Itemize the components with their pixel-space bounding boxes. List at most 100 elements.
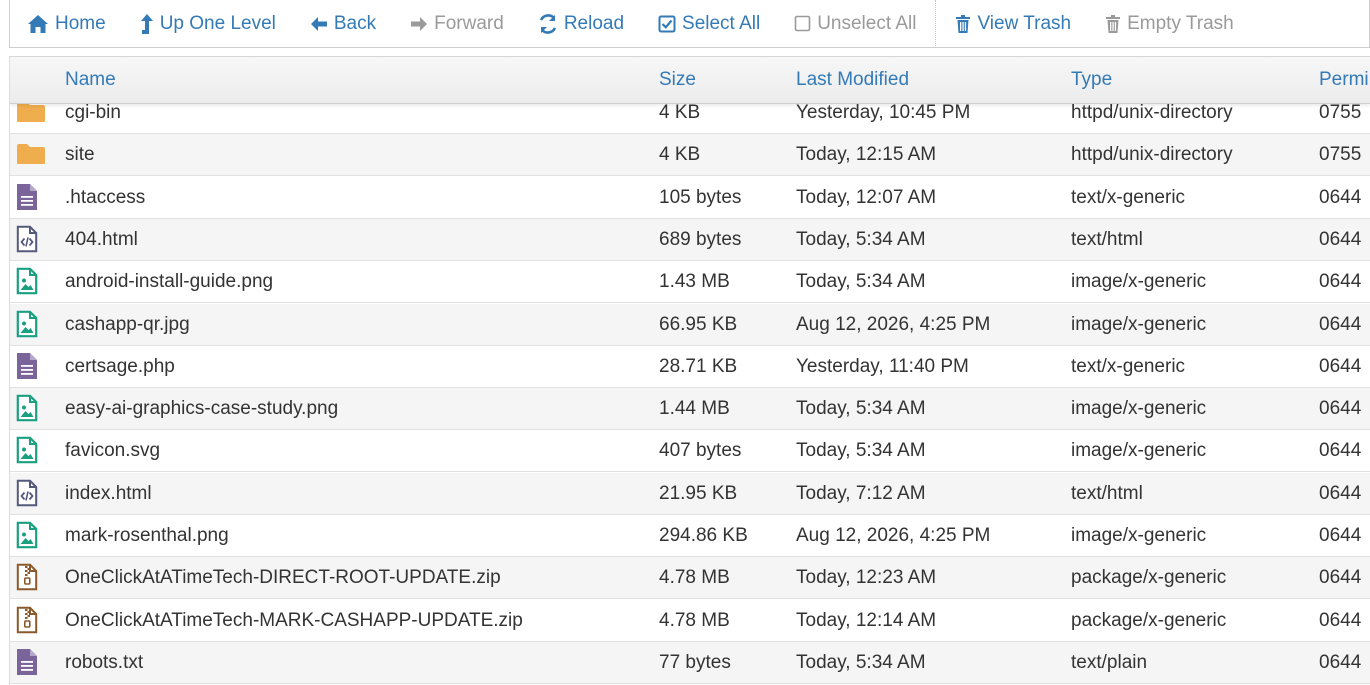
- file-type: image/x-generic: [1071, 271, 1207, 293]
- image-file-icon: [16, 267, 38, 301]
- forward-label: Forward: [434, 12, 504, 34]
- select-all-button[interactable]: Select All: [641, 0, 777, 48]
- file-row[interactable]: robots.txt 77 bytes Today, 5:34 AM text/pla…: [10, 641, 1370, 684]
- file-last-modified: Yesterday, 11:40 PM: [796, 355, 969, 377]
- file-name: OneClickAtATimeTech-MARK-CASHAPP-UPDATE.…: [65, 609, 523, 631]
- arrow-left-icon: [310, 16, 328, 32]
- file-type: image/x-generic: [1071, 313, 1207, 335]
- file-size: 407 bytes: [659, 440, 742, 462]
- file-last-modified: Today, 12:15 AM: [796, 144, 937, 166]
- file-last-modified: Aug 12, 2026, 4:25 PM: [796, 313, 991, 335]
- file-permissions: 0644: [1319, 440, 1362, 462]
- arrow-right-icon: [410, 16, 428, 32]
- empty-trash-label: Empty Trash: [1127, 12, 1234, 34]
- file-type: text/html: [1071, 482, 1143, 504]
- file-permissions: 0644: [1319, 228, 1362, 250]
- file-size: 66.95 KB: [659, 313, 738, 335]
- file-last-modified: Today, 12:14 AM: [796, 609, 937, 631]
- file-name: cgi-bin: [65, 102, 121, 123]
- file-last-modified: Today, 5:34 AM: [796, 398, 926, 420]
- column-header-type[interactable]: Type: [1071, 69, 1112, 91]
- file-type: image/x-generic: [1071, 440, 1207, 462]
- file-permissions: 0644: [1319, 651, 1362, 673]
- forward-button[interactable]: Forward: [393, 0, 521, 48]
- html-file-icon: [16, 225, 38, 259]
- file-permissions: 0644: [1319, 482, 1362, 504]
- view-trash-label: View Trash: [977, 12, 1072, 34]
- home-icon: [27, 14, 49, 34]
- file-permissions: 0644: [1319, 609, 1362, 631]
- file-name: favicon.svg: [65, 440, 161, 462]
- file-row[interactable]: 404.html 689 bytes Today, 5:34 AM text/html…: [10, 218, 1370, 261]
- file-row[interactable]: index.html 21.95 KB Today, 7:12 AM text/htm…: [10, 472, 1370, 515]
- file-row[interactable]: mark-rosenthal.png 294.86 KB Aug 12, 2026,…: [10, 515, 1370, 557]
- column-header-name[interactable]: Name: [65, 69, 116, 91]
- file-size: 105 bytes: [659, 186, 742, 208]
- file-type: text/x-generic: [1071, 186, 1186, 208]
- file-row[interactable]: certsage.php 28.71 KB Yesterday, 11:40 PM t…: [10, 346, 1370, 388]
- file-permissions: 0644: [1319, 313, 1362, 335]
- file-name: android-install-guide.png: [65, 271, 274, 293]
- file-name: certsage.php: [65, 355, 175, 377]
- file-size: 21.95 KB: [659, 482, 738, 504]
- refresh-icon: [538, 13, 558, 34]
- file-row[interactable]: OneClickAtATimeTech-MARK-CASHAPP-UPDATE.…: [10, 600, 1370, 642]
- file-row[interactable]: site 4 KB Today, 12:15 AM httpd/unix-direct…: [10, 134, 1370, 177]
- reload-label: Reload: [563, 12, 625, 34]
- file-permissions: 0644: [1319, 186, 1362, 208]
- back-button[interactable]: Back: [293, 0, 393, 48]
- reload-button[interactable]: Reload: [521, 0, 641, 48]
- file-permissions: 0644: [1319, 398, 1362, 420]
- file-type: httpd/unix-directory: [1071, 144, 1233, 166]
- file-name: .htaccess: [65, 186, 146, 208]
- file-size: 294.86 KB: [659, 525, 748, 546]
- folder-icon: [16, 101, 46, 129]
- trash-icon: [1105, 14, 1121, 34]
- file-permissions: 0644: [1319, 567, 1362, 589]
- file-name: index.html: [65, 482, 152, 504]
- file-size: 1.44 MB: [659, 398, 730, 420]
- file-type: image/x-generic: [1071, 525, 1207, 546]
- column-header-size[interactable]: Size: [659, 69, 696, 91]
- file-last-modified: Today, 12:07 AM: [796, 186, 937, 208]
- file-permissions: 0755: [1319, 102, 1362, 123]
- file-name: mark-rosenthal.png: [65, 525, 229, 546]
- file-type: text/x-generic: [1071, 355, 1186, 377]
- file-name: 404.html: [65, 228, 138, 250]
- unselect-all-label: Unselect All: [817, 12, 917, 34]
- image-file-icon: [16, 310, 38, 344]
- file-row[interactable]: favicon.svg 407 bytes Today, 5:34 AM image/…: [10, 430, 1370, 473]
- column-header-permissions[interactable]: Permi: [1319, 69, 1369, 91]
- unselect-all-button[interactable]: Unselect All: [777, 0, 933, 48]
- file-size: 689 bytes: [659, 228, 742, 250]
- empty-trash-button[interactable]: Empty Trash: [1088, 0, 1251, 48]
- file-row[interactable]: android-install-guide.png 1.43 MB Today, 5…: [10, 261, 1370, 304]
- file-row[interactable]: .htaccess 105 bytes Today, 12:07 AM text/x-…: [10, 177, 1370, 219]
- check-square-icon: [658, 15, 676, 33]
- image-file-icon: [16, 521, 38, 555]
- file-name: OneClickAtATimeTech-DIRECT-ROOT-UPDATE.z…: [65, 567, 501, 589]
- file-size: 4 KB: [659, 144, 701, 166]
- home-button[interactable]: Home: [10, 0, 123, 48]
- file-type: package/x-generic: [1071, 567, 1227, 589]
- up-one-level-button[interactable]: Up One Level: [123, 0, 293, 48]
- file-row[interactable]: cashapp-qr.jpg 66.95 KB Aug 12, 2026, 4:25…: [10, 303, 1370, 346]
- file-last-modified: Yesterday, 10:45 PM: [796, 102, 971, 123]
- file-name: easy-ai-graphics-case-study.png: [65, 398, 339, 420]
- file-type: text/plain: [1071, 651, 1148, 673]
- file-name: cashapp-qr.jpg: [65, 313, 190, 335]
- file-size: 28.71 KB: [659, 355, 738, 377]
- square-icon: [794, 15, 811, 32]
- column-header-last-modified[interactable]: Last Modified: [796, 69, 909, 91]
- file-permissions: 0644: [1319, 271, 1362, 293]
- file-last-modified: Today, 5:34 AM: [796, 440, 926, 462]
- file-last-modified: Today, 5:34 AM: [796, 271, 926, 293]
- folder-icon: [16, 143, 46, 171]
- file-row[interactable]: OneClickAtATimeTech-DIRECT-ROOT-UPDATE.z…: [10, 557, 1370, 600]
- file-row[interactable]: easy-ai-graphics-case-study.png 1.44 MB To…: [10, 388, 1370, 431]
- file-type: text/html: [1071, 228, 1143, 250]
- view-trash-button[interactable]: View Trash: [938, 0, 1088, 48]
- level-up-icon: [140, 13, 154, 35]
- file-size: 1.43 MB: [659, 271, 730, 293]
- file-size: 4 KB: [659, 102, 701, 123]
